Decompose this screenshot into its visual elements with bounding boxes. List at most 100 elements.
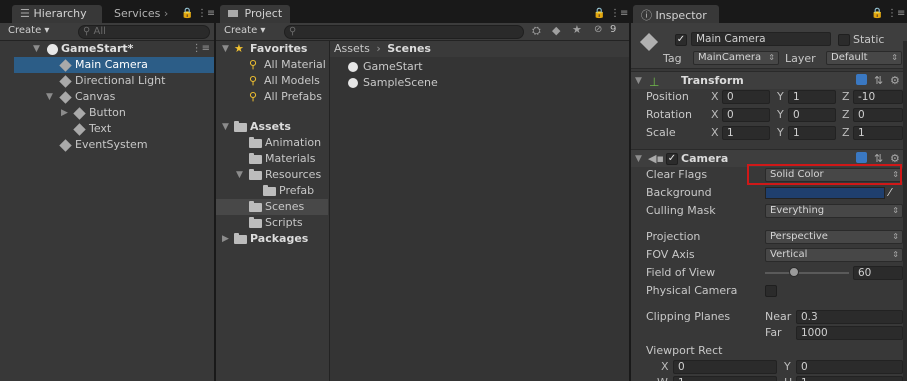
camera-enabled-checkbox[interactable]: ✓ [666, 153, 678, 165]
panel-menu-icon[interactable]: ⋮≡ [887, 8, 905, 19]
viewport-y-field[interactable]: 0 [796, 360, 903, 374]
tab-hierarchy-label: Hierarchy [33, 7, 87, 20]
static-checkbox[interactable] [838, 34, 850, 46]
physical-camera-checkbox[interactable] [765, 285, 777, 297]
tree-item-all-models[interactable]: ⚲ All Models [216, 73, 328, 89]
expand-arrow-icon[interactable]: ▼ [222, 41, 229, 57]
folder-icon [263, 185, 276, 196]
projection-dropdown[interactable]: Perspective [765, 230, 903, 244]
position-z-field[interactable]: -10 [853, 90, 903, 104]
create-button[interactable]: Create ▾ [220, 24, 269, 39]
tree-item-packages[interactable]: ▶ Packages [216, 231, 328, 247]
row-label: Directional Light [75, 74, 166, 87]
hierarchy-row-text[interactable]: Text [0, 121, 214, 137]
viewport-w-field[interactable]: 1 [673, 376, 777, 381]
hierarchy-row-canvas[interactable]: ▼ Canvas [0, 89, 214, 105]
fov-slider-track[interactable] [765, 272, 849, 274]
scene-label: GameStart* [61, 42, 134, 55]
scene-menu-icon[interactable]: ⋮≡ [192, 41, 210, 57]
breadcrumb-scenes[interactable]: Scenes [387, 42, 431, 55]
far-field[interactable]: 1000 [796, 326, 903, 340]
tab-services[interactable]: Services › [106, 5, 178, 23]
tab-inspector[interactable]: ⓘ Inspector [633, 5, 719, 23]
help-icon[interactable] [856, 152, 867, 163]
tag-dropdown[interactable]: MainCamera [693, 51, 779, 65]
panel-menu-icon[interactable]: ⋮≡ [610, 8, 628, 19]
lock-icon[interactable]: 🔒 [871, 8, 883, 19]
lock-icon[interactable]: 🔒 [181, 8, 193, 19]
tree-item-scenes[interactable]: Scenes [216, 199, 328, 215]
eyedropper-icon[interactable]: ⁄ [889, 184, 891, 202]
scale-x-field[interactable]: 1 [722, 126, 770, 140]
scale-z-field[interactable]: 1 [853, 126, 903, 140]
inspector-scrollbar[interactable] [903, 41, 907, 381]
fov-axis-dropdown[interactable]: Vertical [765, 248, 903, 262]
object-name-field[interactable]: Main Camera [691, 32, 831, 46]
tree-item-animation[interactable]: Animation [216, 135, 328, 151]
folder-icon [249, 137, 262, 148]
folder-tab-icon [228, 10, 238, 17]
search-input[interactable]: ⚲ [284, 25, 524, 39]
position-y-field[interactable]: 1 [788, 90, 836, 104]
search-input[interactable]: ⚲ All [78, 25, 210, 39]
expand-arrow-icon[interactable]: ▼ [635, 72, 642, 90]
help-icon[interactable] [856, 74, 867, 85]
tree-label: Scripts [265, 216, 303, 229]
tab-project[interactable]: Project [220, 5, 290, 23]
panel-menu-icon[interactable]: ⋮≡ [197, 8, 214, 19]
tree-item-assets[interactable]: ▼ Assets [216, 119, 328, 135]
hierarchy-row-eventsystem[interactable]: EventSystem [0, 137, 214, 153]
collapse-arrow-icon[interactable]: ▶ [222, 231, 229, 247]
rotation-z-field[interactable]: 0 [853, 108, 903, 122]
file-item-samplescene[interactable]: SampleScene [330, 75, 629, 91]
rotation-label: Rotation [646, 108, 693, 121]
fov-slider-thumb[interactable] [789, 267, 800, 277]
tree-item-favorites[interactable]: ▼ ★ Favorites [216, 41, 328, 57]
file-item-gamestart[interactable]: GameStart [330, 59, 629, 75]
expand-arrow-icon[interactable]: ▼ [46, 89, 53, 105]
fov-value-field[interactable]: 60 [853, 266, 903, 280]
scale-y-field[interactable]: 1 [788, 126, 836, 140]
tree-label: Scenes [265, 200, 305, 213]
expand-arrow-icon[interactable]: ▼ [236, 167, 243, 183]
tree-item-scripts[interactable]: Scripts [216, 215, 328, 231]
favorite-star-icon[interactable]: ★ [572, 23, 582, 36]
transform-header[interactable]: ▼ ⊥ Transform ⇅ ⚙ [631, 71, 907, 89]
near-field[interactable]: 0.3 [796, 310, 903, 324]
tree-item-materials[interactable]: Materials [216, 151, 328, 167]
expand-arrow-icon[interactable]: ▼ [222, 119, 229, 135]
tree-item-resources[interactable]: ▼ Resources [216, 167, 328, 183]
hidden-packages-icon[interactable]: ⊘ [594, 24, 602, 35]
filter-type-icon[interactable]: ⛭ [532, 24, 541, 38]
viewport-x-field[interactable]: 0 [673, 360, 777, 374]
collapse-arrow-icon[interactable]: ▶ [61, 105, 68, 121]
file-label: SampleScene [363, 76, 438, 89]
lock-icon[interactable]: 🔒 [593, 8, 605, 19]
tab-hierarchy[interactable]: ☰ Hierarchy [12, 5, 102, 23]
hierarchy-row-directional-light[interactable]: Directional Light [0, 73, 214, 89]
tree-item-prefab[interactable]: Prefab [216, 183, 328, 199]
scene-row[interactable]: ▼ GameStart* ⋮≡ [0, 41, 214, 57]
breadcrumb-assets[interactable]: Assets [334, 42, 370, 55]
hierarchy-row-button[interactable]: ▶ Button [0, 105, 214, 121]
hierarchy-row-main-camera[interactable]: Main Camera [14, 57, 214, 73]
axis-z-label: Z [842, 108, 850, 121]
tree-label: Packages [250, 232, 309, 245]
layer-dropdown[interactable]: Default [826, 51, 902, 65]
filter-label-icon[interactable]: ◆ [552, 24, 560, 37]
project-toolbar: Create ▾ ⚲ ⛭ ◆ ★ ⊘ 9 [216, 23, 629, 41]
tree-item-all-material[interactable]: ⚲ All Material [216, 57, 328, 73]
rotation-y-field[interactable]: 0 [788, 108, 836, 122]
tree-item-all-prefabs[interactable]: ⚲ All Prefabs [216, 89, 328, 105]
create-button[interactable]: Create ▾ [4, 24, 53, 39]
viewport-h-field[interactable]: 1 [796, 376, 903, 381]
folder-icon [249, 217, 262, 228]
culling-mask-dropdown[interactable]: Everything [765, 204, 903, 218]
position-x-field[interactable]: 0 [722, 90, 770, 104]
background-color-swatch[interactable] [765, 187, 885, 199]
active-checkbox[interactable]: ✓ [675, 34, 687, 46]
expand-arrow-icon[interactable]: ▼ [33, 41, 40, 57]
rotation-x-field[interactable]: 0 [722, 108, 770, 122]
position-row: Position X 0 Y 1 Z -10 [643, 88, 903, 106]
expand-arrow-icon[interactable]: ▼ [635, 150, 642, 168]
